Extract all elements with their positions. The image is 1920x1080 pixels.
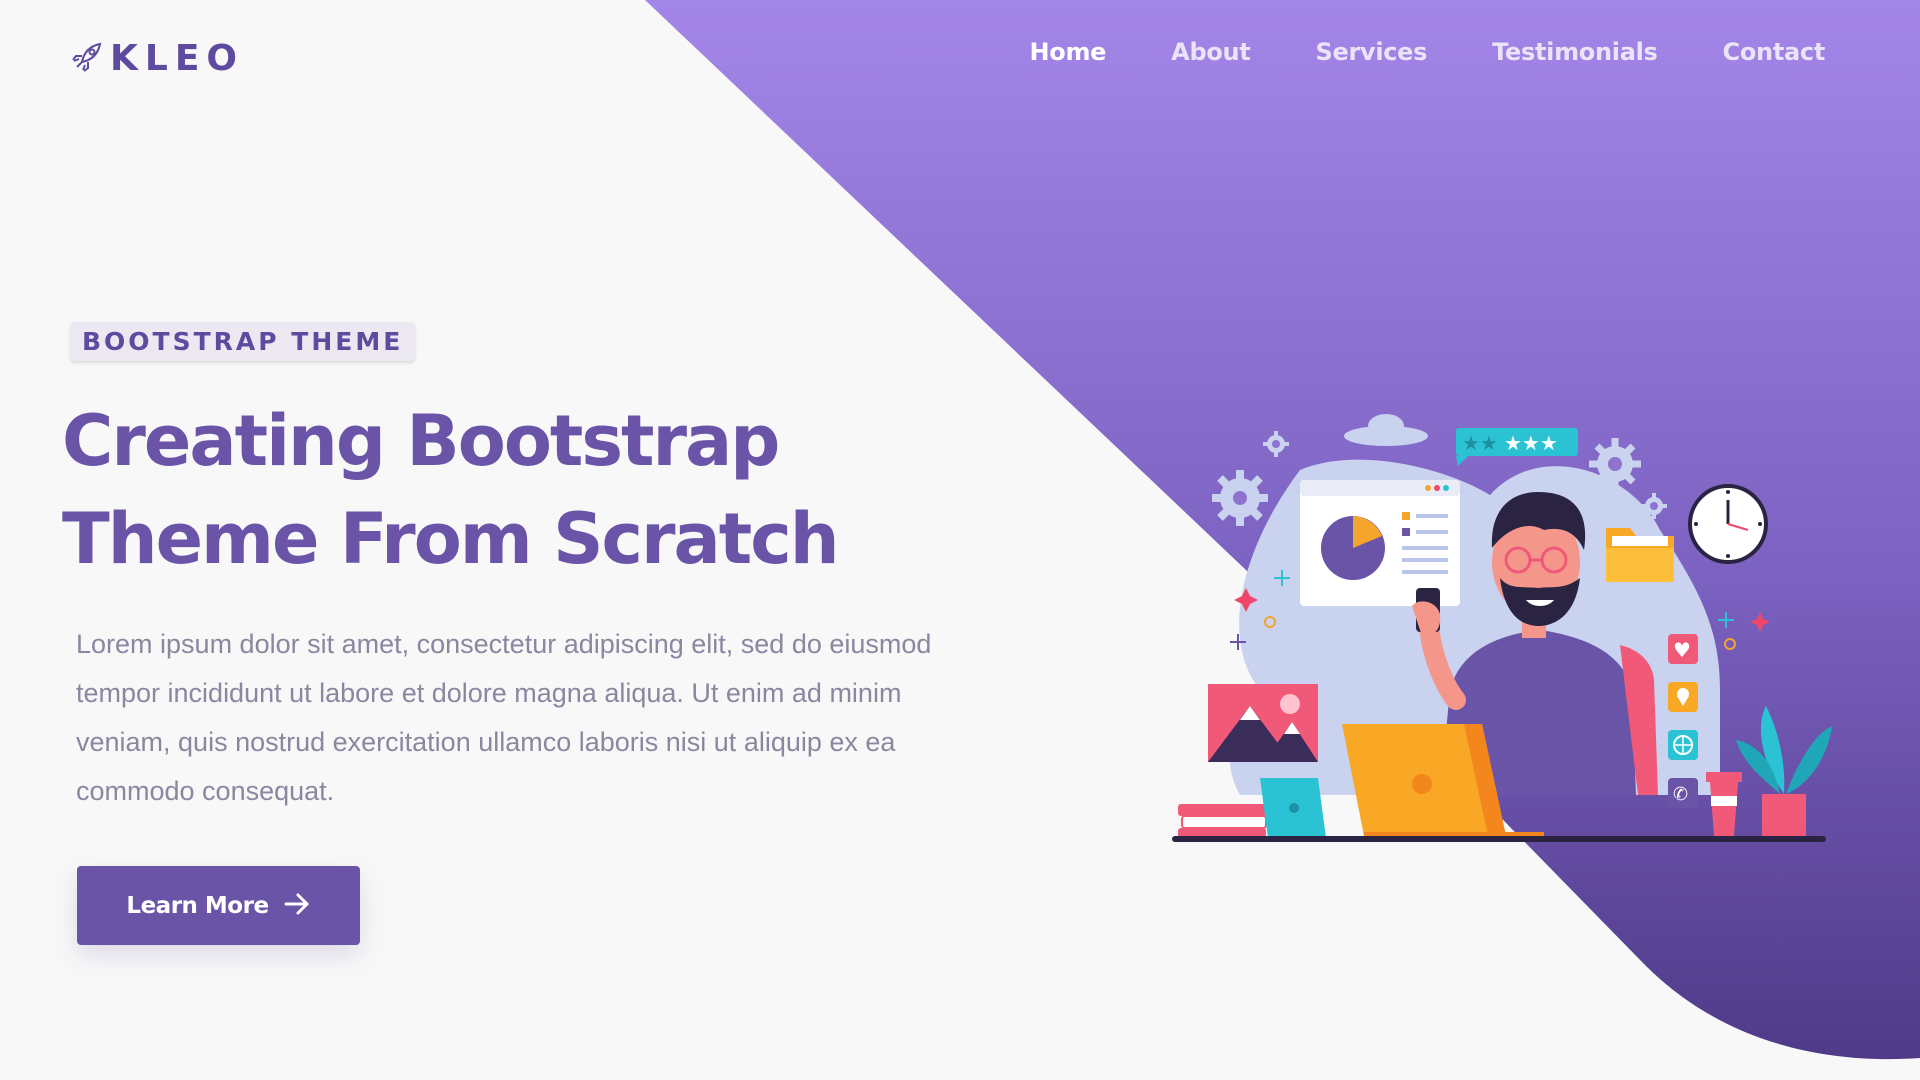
nav-services[interactable]: Services: [1315, 38, 1427, 66]
nav-contact[interactable]: Contact: [1723, 38, 1826, 66]
svg-text:★★: ★★: [1462, 431, 1498, 455]
rocket-icon: [70, 40, 104, 78]
main-nav: Home About Services Testimonials Contact: [1030, 38, 1826, 66]
location-app-icon: [1668, 682, 1698, 712]
svg-text:✆: ✆: [1673, 784, 1688, 805]
plant-icon: [1736, 706, 1832, 838]
phone-app-icon: ✆: [1668, 778, 1698, 808]
folder-icon: [1606, 528, 1674, 582]
hero-title-line-1: Creating Bootstrap: [62, 400, 780, 482]
tablet-illustration: [1260, 778, 1326, 838]
gear-icon: [1212, 470, 1268, 526]
nav-home[interactable]: Home: [1030, 38, 1107, 66]
desk-line: [1172, 836, 1826, 842]
brand-name: KLEO: [110, 38, 245, 79]
browser-window-illustration: [1300, 480, 1460, 606]
hero-illustration: ★★ ★★★ ♥ ✆: [1172, 414, 1832, 842]
gear-icon: [1263, 431, 1289, 457]
svg-text:♥: ♥: [1673, 638, 1691, 662]
picture-icon: [1208, 684, 1318, 762]
hero-title: Creating Bootstrap Theme From Scratch: [62, 392, 962, 588]
rating-stars: ★★ ★★★: [1456, 428, 1578, 466]
hero-badge: BOOTSTRAP THEME: [70, 322, 416, 361]
hero-badge-text: BOOTSTRAP THEME: [82, 327, 404, 356]
learn-more-label: Learn More: [126, 892, 269, 919]
nav-about[interactable]: About: [1171, 38, 1251, 66]
brand-logo[interactable]: KLEO: [70, 38, 244, 79]
clock-icon: [1688, 484, 1768, 564]
coffee-cup-icon: [1706, 772, 1742, 836]
svg-text:★★★: ★★★: [1504, 431, 1558, 455]
cloud-icon: [1344, 414, 1428, 446]
learn-more-button[interactable]: Learn More: [77, 866, 360, 945]
nav-testimonials[interactable]: Testimonials: [1492, 38, 1658, 66]
heart-app-icon: ♥: [1668, 634, 1698, 664]
hero-title-line-2: Theme From Scratch: [62, 498, 840, 580]
hero-description: Lorem ipsum dolor sit amet, consectetur …: [76, 629, 932, 806]
books-illustration: [1178, 804, 1267, 838]
arrow-right-icon: [283, 892, 311, 920]
globe-app-icon: [1668, 730, 1698, 760]
